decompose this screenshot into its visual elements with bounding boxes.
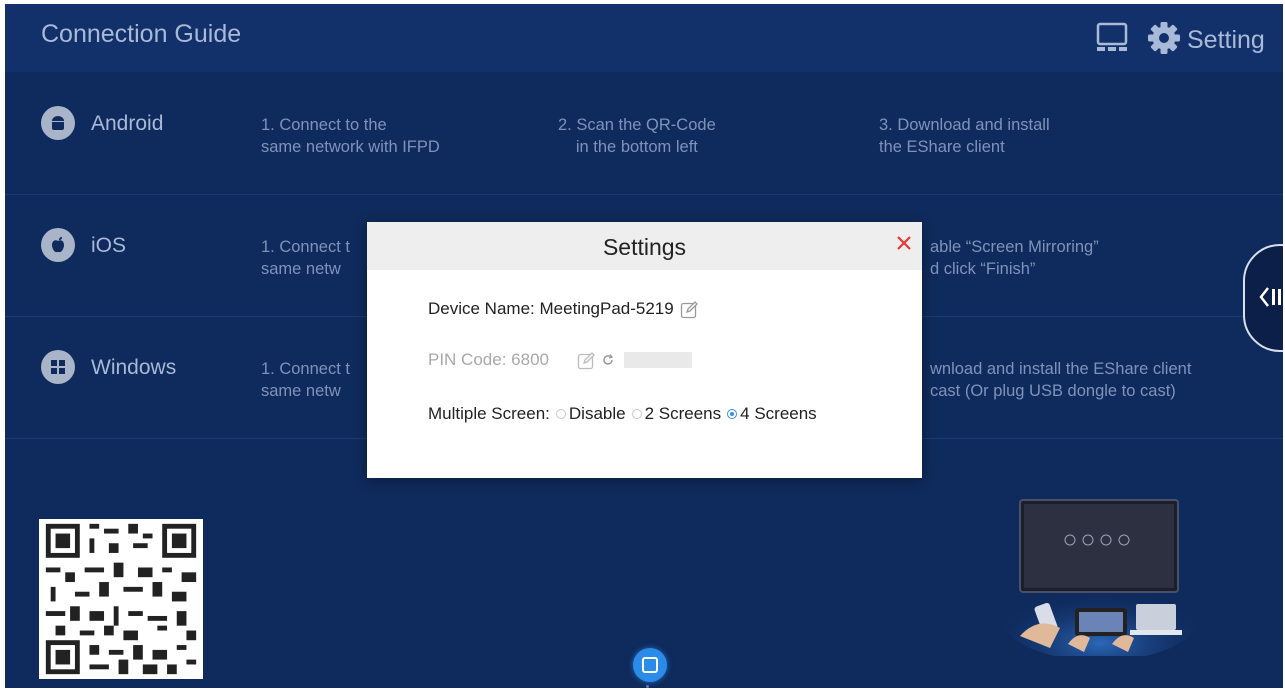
android-step-2: 2. Scan the QR-Code in the bottom left: [558, 116, 716, 156]
multiple-screen-label: Multiple Screen:: [428, 404, 550, 423]
ios-step-1: 1. Connect t same netw: [261, 238, 350, 278]
android-row: Android 1. Connect to the same network w…: [5, 72, 1283, 195]
gear-icon[interactable]: [1147, 21, 1181, 55]
windows-step-3: wnload and install the EShare client cas…: [930, 360, 1192, 400]
os-label-windows: Windows: [91, 356, 177, 379]
option-disable-label[interactable]: Disable: [569, 404, 626, 424]
option-2-screens-label[interactable]: 2 Screens: [645, 404, 722, 424]
setting-button[interactable]: Setting: [1187, 26, 1265, 55]
page-indicator: [646, 685, 649, 688]
device-name-value: MeetingPad-5219: [539, 299, 674, 318]
option-4-screens-label[interactable]: 4 Screens: [740, 404, 817, 424]
top-bar: Connection Guide Setting: [5, 4, 1283, 72]
monitor-icon[interactable]: [1095, 22, 1129, 54]
home-button[interactable]: [633, 648, 667, 682]
android-icon: [41, 106, 75, 140]
close-icon[interactable]: [895, 234, 913, 252]
android-step-3: 3. Download and install the EShare clien…: [879, 116, 1050, 156]
edit-icon[interactable]: [680, 300, 699, 319]
radio-2-screens[interactable]: [631, 409, 642, 419]
side-panel-toggle[interactable]: [1243, 244, 1283, 352]
chevron-left-icon: [1259, 287, 1281, 307]
apple-icon: [41, 228, 75, 262]
pin-code-row: PIN Code: 6800: [428, 350, 692, 370]
pin-code-label: PIN Code:: [428, 350, 507, 369]
radio-disable[interactable]: [555, 409, 566, 419]
dialog-header: Settings: [367, 222, 922, 270]
radio-4-screens[interactable]: [727, 409, 738, 419]
square-icon: [642, 657, 658, 673]
android-step-1: 1. Connect to the same network with IFPD: [261, 116, 440, 156]
refresh-icon[interactable]: [602, 354, 614, 366]
dialog-title: Settings: [602, 234, 687, 260]
os-label-ios: iOS: [91, 234, 127, 257]
os-label-android: Android: [91, 112, 164, 135]
windows-step-1: 1. Connect t same netw: [261, 360, 350, 400]
device-illustration: [1000, 499, 1200, 656]
multiple-screen-row: Multiple Screen: Disable 2 Screens 4 Scr…: [428, 404, 817, 424]
pin-code-value: 6800: [511, 350, 549, 369]
pin-qr-preview: [624, 352, 692, 368]
qr-code: [39, 519, 203, 679]
device-name-label: Device Name:: [428, 299, 535, 318]
windows-icon: [41, 350, 75, 384]
settings-dialog: Settings Device Name: MeetingPad-5219 PI…: [367, 222, 922, 478]
page-title: Connection Guide: [41, 20, 242, 48]
edit-pin-icon[interactable]: [577, 351, 596, 370]
device-name-row: Device Name: MeetingPad-5219: [428, 299, 699, 319]
ios-step-3: able “Screen Mirroring” d click “Finish”: [930, 238, 1099, 278]
